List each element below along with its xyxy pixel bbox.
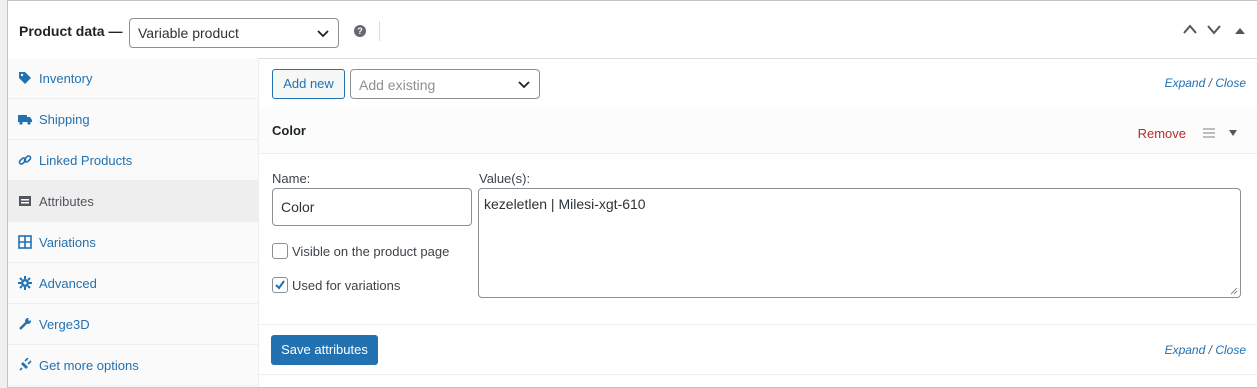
resize-grip-icon[interactable]: [1230, 287, 1238, 295]
tab-shipping[interactable]: Shipping: [8, 99, 258, 140]
product-data-title: Product data —: [19, 23, 123, 39]
bottom-divider: [259, 374, 1257, 375]
chevron-down-icon: [518, 81, 530, 89]
toggle-arrow-icon[interactable]: [1229, 130, 1237, 136]
tab-label: Inventory: [39, 71, 93, 86]
expand-link[interactable]: Expand: [1165, 76, 1206, 90]
tab-label: Advanced: [39, 276, 97, 291]
tab-label: Attributes: [39, 194, 94, 209]
attributes-toolbar: Add new Add existing Expand / Close: [259, 58, 1257, 110]
variations-checkbox[interactable]: [272, 277, 288, 293]
attribute-values-textarea[interactable]: kezeletlen | Milesi-xgt-610: [478, 188, 1241, 298]
tab-advanced[interactable]: Advanced: [8, 263, 258, 304]
attributes-panel: Add new Add existing Expand / Close Colo…: [259, 58, 1257, 387]
attribute-body: Name: Color Value(s): kezeletlen | Miles…: [259, 153, 1257, 325]
tab-get-more-options[interactable]: Get more options: [8, 345, 258, 386]
visible-checkbox[interactable]: [272, 243, 288, 259]
attribute-header[interactable]: Color Remove: [259, 109, 1257, 154]
add-existing-placeholder: Add existing: [359, 77, 436, 93]
add-existing-select[interactable]: Add existing: [350, 69, 540, 99]
variations-label: Used for variations: [292, 278, 401, 293]
tab-attributes[interactable]: Attributes: [8, 181, 258, 222]
close-link[interactable]: Close: [1215, 343, 1246, 357]
product-type-select[interactable]: Variable product: [129, 18, 339, 48]
move-up-icon[interactable]: [1182, 23, 1198, 35]
chevron-down-icon: [317, 30, 329, 38]
product-data-panel: Product data — Variable product ? Invent…: [7, 0, 1257, 388]
close-link[interactable]: Close: [1215, 76, 1246, 90]
gear-icon: [18, 276, 32, 290]
tab-inventory[interactable]: Inventory: [8, 58, 258, 99]
product-data-header: Product data — Variable product ?: [8, 1, 1257, 59]
visible-label: Visible on the product page: [292, 244, 450, 259]
tab-linked-products[interactable]: Linked Products: [8, 140, 258, 181]
product-type-value: Variable product: [138, 25, 239, 41]
list-icon: [19, 196, 31, 206]
help-icon[interactable]: ?: [354, 25, 366, 37]
footer-expand-close-links: Expand / Close: [1165, 343, 1246, 357]
attribute-name-input[interactable]: Color: [272, 188, 472, 226]
link-icon: [18, 155, 32, 165]
tab-label: Variations: [39, 235, 96, 250]
name-label: Name:: [272, 171, 311, 186]
plugin-icon: [19, 358, 32, 371]
remove-attribute-link[interactable]: Remove: [1138, 126, 1186, 141]
checkmark-icon: [275, 280, 285, 290]
tag-icon: [19, 72, 31, 84]
tab-label: Get more options: [39, 358, 139, 373]
expand-link[interactable]: Expand: [1165, 343, 1206, 357]
tab-variations[interactable]: Variations: [8, 222, 258, 263]
tab-label: Shipping: [39, 112, 90, 127]
truck-icon: [18, 115, 32, 125]
link-separator: /: [1208, 343, 1212, 357]
attribute-values-text: kezeletlen | Milesi-xgt-610: [484, 196, 646, 212]
drag-handle-icon[interactable]: [1203, 128, 1215, 138]
attributes-footer: Save attributes Expand / Close: [259, 324, 1257, 374]
tab-label: Verge3D: [39, 317, 90, 332]
attribute-title: Color: [272, 123, 306, 138]
move-down-icon[interactable]: [1206, 23, 1222, 35]
header-divider: [379, 21, 380, 41]
grid-icon: [18, 235, 32, 249]
save-attributes-button[interactable]: Save attributes: [271, 335, 378, 365]
tab-verge3d[interactable]: Verge3D: [8, 304, 258, 345]
collapse-panel-icon[interactable]: [1235, 27, 1245, 35]
add-new-button[interactable]: Add new: [272, 69, 345, 99]
expand-close-links: Expand / Close: [1165, 76, 1246, 90]
tab-label: Linked Products: [39, 153, 133, 168]
product-data-tabs: Inventory Shipping Linked Products Attri…: [8, 58, 259, 387]
values-label: Value(s):: [479, 171, 531, 186]
link-separator: /: [1208, 76, 1212, 90]
wrench-icon: [19, 318, 31, 330]
